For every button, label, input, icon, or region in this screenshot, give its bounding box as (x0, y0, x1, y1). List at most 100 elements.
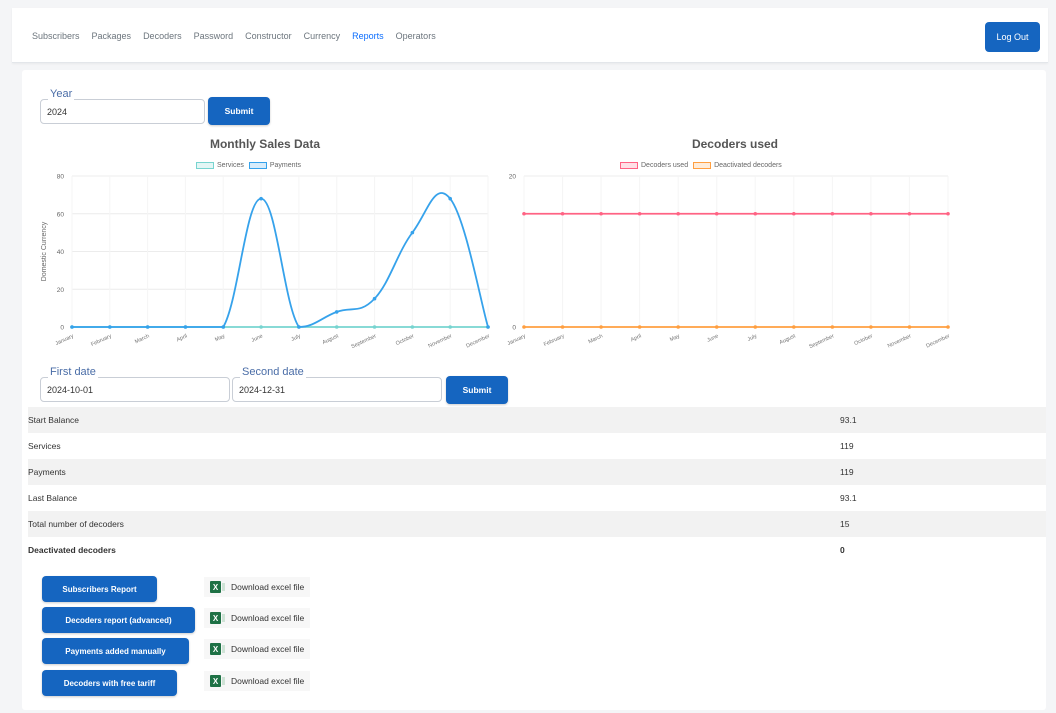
year-submit-button[interactable]: Submit (208, 97, 270, 125)
nav-decoders[interactable]: Decoders (143, 31, 182, 41)
report-summary-table: Start Balance 93.1 Services 119 Payments 11… (28, 407, 1046, 563)
payments-added-manually-button[interactable]: Payments added manually (42, 638, 189, 664)
excel-file-icon: X (210, 581, 225, 593)
year-input[interactable] (40, 99, 205, 124)
excel-file-icon: X (210, 612, 225, 624)
table-row: Total number of decoders 15 (28, 511, 1046, 537)
x-tick-label: November (887, 333, 913, 349)
download-decoders-free-tariff[interactable]: X Download excel file (204, 671, 311, 691)
y-tick-label: 0 (512, 325, 516, 332)
data-point (946, 325, 950, 329)
x-tick-label: August (779, 333, 797, 346)
data-point (907, 325, 912, 329)
data-point (522, 211, 526, 216)
nav-reports[interactable]: Reports (352, 31, 384, 41)
nav-currency[interactable]: Currency (304, 31, 341, 41)
data-point (599, 325, 603, 329)
nav-links: Subscribers Packages Decoders Password C… (32, 31, 448, 41)
row-label: Last Balance (28, 493, 78, 503)
data-point (714, 325, 719, 329)
data-point (676, 211, 680, 216)
data-point (410, 325, 415, 329)
chart2-title: Decoders used (691, 137, 779, 151)
y-tick-label: 0 (60, 325, 64, 332)
x-tick-label: June (706, 333, 719, 343)
data-point (792, 325, 796, 329)
legend-decoders-used[interactable]: Decoders used (620, 162, 688, 169)
table-row: Last Balance 93.1 (28, 485, 1046, 511)
series-line-1 (72, 192, 489, 328)
x-tick-label: September (350, 333, 377, 350)
data-point (676, 325, 680, 329)
data-point (448, 325, 452, 329)
row-label: Deactivated decoders (28, 545, 116, 555)
year-legend: Year (48, 88, 75, 100)
data-point (372, 296, 377, 301)
data-point (334, 325, 339, 329)
download-payments-added-manually[interactable]: X Download excel file (204, 639, 311, 659)
y-tick-label: 60 (57, 211, 65, 218)
x-tick-label: August (322, 333, 340, 346)
x-tick-label: February (543, 333, 566, 348)
legend-payments[interactable]: Payments (248, 162, 301, 169)
x-tick-label: May (669, 333, 681, 343)
decoders-report-advanced-button[interactable]: Decoders report (advanced) (42, 607, 195, 633)
x-tick-label: February (90, 333, 113, 348)
chart2-legend: Decoders used Deactivated decoders (620, 162, 787, 169)
decoders-free-tariff-button[interactable]: Decoders with free tariff (42, 670, 177, 696)
x-tick-label: October (395, 333, 415, 347)
row-value: 93.1 (840, 407, 1046, 433)
data-point (259, 325, 263, 329)
data-point (486, 325, 490, 329)
nav-operators[interactable]: Operators (396, 31, 436, 41)
x-tick-label: June (251, 333, 264, 343)
data-point (753, 325, 758, 329)
row-value: 119 (840, 459, 1046, 485)
date-submit-button[interactable]: Submit (446, 376, 508, 404)
nav-password[interactable]: Password (194, 31, 234, 41)
first-date-legend: First date (48, 366, 98, 378)
x-tick-label: May (214, 333, 226, 343)
second-date-input[interactable] (232, 377, 442, 402)
nav-constructor[interactable]: Constructor (245, 31, 292, 41)
row-label: Services (28, 441, 61, 451)
second-date-legend: Second date (240, 366, 306, 378)
y-tick-label: 20 (57, 287, 65, 294)
download-decoders-report-advanced[interactable]: X Download excel file (204, 608, 311, 628)
x-tick-label: January (55, 333, 75, 347)
x-tick-label: December (465, 333, 491, 349)
chart1-title: Monthly Sales Data (209, 137, 321, 151)
x-tick-label: April (630, 333, 643, 343)
data-point (637, 325, 642, 329)
logout-button[interactable]: Log Out (985, 22, 1040, 52)
row-value: 0 (840, 545, 845, 555)
nav-subscribers[interactable]: Subscribers (32, 31, 80, 41)
data-point (869, 211, 873, 216)
data-point (830, 325, 835, 329)
legend-services[interactable]: Services (196, 162, 244, 169)
first-date-input[interactable] (40, 377, 230, 402)
legend-deactivated-decoders[interactable]: Deactivated decoders (693, 162, 782, 169)
data-point (830, 211, 835, 216)
data-point (637, 211, 642, 216)
subscribers-report-button[interactable]: Subscribers Report (42, 576, 157, 602)
download-subscribers-report[interactable]: X Download excel file (204, 577, 311, 597)
data-point (869, 325, 873, 329)
table-row: Services 119 (28, 433, 1046, 459)
data-point (599, 211, 603, 216)
data-point (297, 325, 301, 329)
data-point (714, 211, 719, 216)
x-tick-label: January (507, 333, 527, 347)
data-point (792, 211, 796, 216)
x-tick-label: March (134, 333, 150, 345)
x-tick-label: October (853, 333, 873, 347)
data-point (946, 211, 950, 216)
table-row: Payments 119 (28, 459, 1046, 485)
row-value: 119 (840, 441, 854, 451)
row-label: Payments (28, 459, 840, 485)
x-tick-label: July (290, 333, 302, 343)
excel-file-icon: X (210, 643, 225, 655)
nav-packages[interactable]: Packages (92, 31, 132, 41)
x-tick-label: September (808, 333, 835, 350)
decoders-used-chart: 0 20 January February March April May June July A… (507, 174, 951, 351)
